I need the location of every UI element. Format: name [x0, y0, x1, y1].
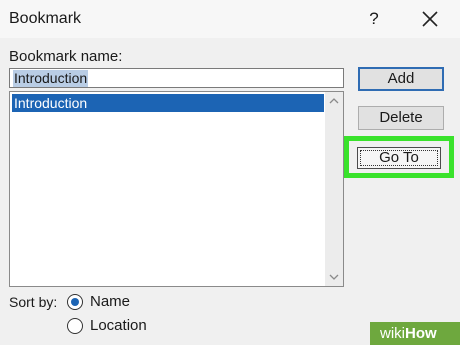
add-button[interactable]: Add: [358, 67, 444, 91]
radio-location-label: Location: [90, 317, 147, 334]
sort-by-label: Sort by:: [9, 294, 58, 310]
watermark-suffix: How: [405, 325, 437, 342]
goto-highlight-box: Go To: [344, 136, 454, 178]
close-icon[interactable]: [418, 7, 442, 31]
radio-location[interactable]: [67, 318, 83, 334]
radio-name-label: Name: [90, 293, 131, 310]
go-to-button[interactable]: Go To: [357, 147, 441, 169]
title-bar: Bookmark ?: [0, 0, 460, 38]
watermark-prefix: wiki: [380, 325, 405, 342]
help-icon[interactable]: ?: [364, 7, 384, 31]
bookmark-list[interactable]: Introduction: [9, 91, 344, 287]
scroll-down-icon[interactable]: [325, 268, 343, 286]
dialog-title: Bookmark: [9, 10, 82, 27]
wikihow-watermark: wikiHow: [370, 322, 460, 345]
list-scrollbar[interactable]: [325, 92, 343, 286]
list-item[interactable]: Introduction: [12, 94, 324, 112]
radio-name[interactable]: [67, 294, 83, 310]
scroll-up-icon[interactable]: [325, 92, 343, 110]
bookmark-name-input[interactable]: Introduction: [9, 68, 344, 88]
delete-button[interactable]: Delete: [358, 106, 444, 130]
bookmark-name-value: Introduction: [13, 70, 89, 87]
bookmark-name-label: Bookmark name:: [9, 48, 123, 65]
